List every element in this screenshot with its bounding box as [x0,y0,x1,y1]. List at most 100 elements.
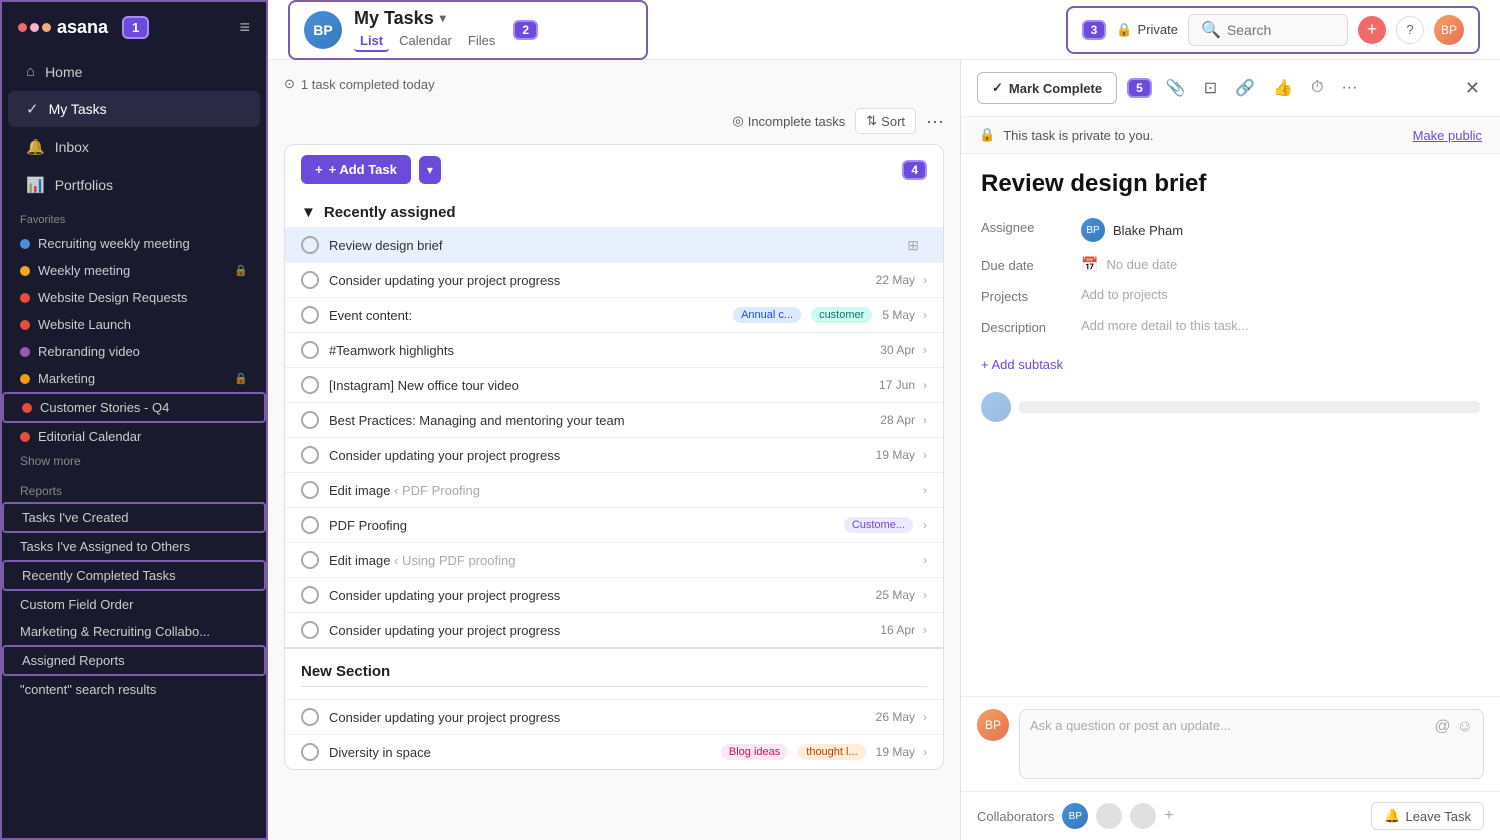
sidebar-fav-website-design[interactable]: Website Design Requests [2,284,266,311]
search-icon: 🔍 [1201,20,1221,40]
sidebar-fav-marketing[interactable]: Marketing 🔒 [2,365,266,392]
report-label-tasks-assigned: Tasks I've Assigned to Others [20,539,190,554]
tab-calendar[interactable]: Calendar [393,31,458,52]
tab-list[interactable]: List [354,31,389,52]
sidebar-item-portfolios[interactable]: 📊 Portfolios [8,167,260,203]
task-check-3[interactable] [301,306,319,324]
task-row-1[interactable]: Review design brief ⊞ [285,227,943,262]
report-item-recently-completed[interactable]: Recently Completed Tasks [2,560,266,591]
collab-add-button[interactable]: + [1164,807,1173,825]
timer-icon-button[interactable]: ⏱ [1307,75,1327,101]
sidebar-label-portfolios: Portfolios [55,177,113,193]
task-check-7[interactable] [301,446,319,464]
leave-task-button[interactable]: 🔔 Leave Task [1371,802,1484,830]
projects-label: Projects [981,287,1081,304]
comment-box: BP Ask a question or post an update... @… [977,709,1484,779]
task-check-13[interactable] [301,708,319,726]
task-check-12[interactable] [301,621,319,639]
description-input[interactable]: Add more detail to this task... [1081,318,1249,333]
report-label-content-search: "content" search results [20,682,156,697]
sidebar-item-my-tasks[interactable]: ✓ My Tasks [8,91,260,127]
user-avatar-header: BP [304,11,342,49]
add-task-button[interactable]: + + Add Task [301,155,411,184]
sort-button[interactable]: ⇅ Sort [855,108,916,134]
task-row-14[interactable]: Diversity in space Blog ideas thought l.… [285,734,943,769]
like-icon-button[interactable]: 👍 [1269,74,1297,102]
add-task-dropdown-button[interactable]: ▾ [419,156,441,184]
detail-body: Review design brief Assignee BP Blake Ph… [961,154,1500,696]
task-check-11[interactable] [301,586,319,604]
report-item-tasks-assigned[interactable]: Tasks I've Assigned to Others [2,533,266,560]
comment-input-area[interactable]: Ask a question or post an update... @ ☺ [1019,709,1484,779]
report-item-content-search[interactable]: "content" search results [2,676,266,703]
add-to-projects-link[interactable]: Add to projects [1081,287,1168,302]
search-input[interactable] [1227,22,1327,38]
sidebar-item-home[interactable]: ⌂ Home [8,54,260,89]
collapse-arrow[interactable]: ▼ [301,204,316,221]
sidebar-fav-weekly[interactable]: Weekly meeting 🔒 [2,257,266,284]
emoji-mention-icon[interactable]: @ [1434,718,1450,736]
task-check-2[interactable] [301,271,319,289]
task-date-12: 16 Apr [880,623,915,637]
sidebar-item-inbox[interactable]: 🔔 Inbox [8,129,260,165]
attachment-icon-button[interactable]: 📎 [1162,74,1190,102]
mark-complete-button[interactable]: ✓ Mark Complete [977,72,1117,104]
more-options-button[interactable]: ··· [926,111,944,132]
report-item-marketing-recruiting[interactable]: Marketing & Recruiting Collabo... [2,618,266,645]
header-badge-2: 2 [513,20,538,40]
add-button[interactable]: + [1358,16,1386,44]
incomplete-tasks-button[interactable]: ◎ Incomplete tasks [732,113,845,129]
detail-footer: BP Ask a question or post an update... @… [961,696,1500,791]
report-item-assigned-reports[interactable]: Assigned Reports [2,645,266,676]
more-icon-button[interactable]: ··· [1337,75,1361,101]
task-row-7[interactable]: Consider updating your project progress … [285,437,943,472]
sidebar-fav-editorial[interactable]: Editorial Calendar [2,423,266,450]
task-row-9[interactable]: PDF Proofing Custome... › [285,507,943,542]
task-row-13[interactable]: Consider updating your project progress … [285,699,943,734]
sidebar-fav-website-launch[interactable]: Website Launch [2,311,266,338]
task-check-14[interactable] [301,743,319,761]
sidebar-fav-rebranding[interactable]: Rebranding video [2,338,266,365]
emoji-smile-icon[interactable]: ☺ [1457,718,1473,736]
report-item-custom-field[interactable]: Custom Field Order [2,591,266,618]
task-check-1[interactable] [301,236,319,254]
sidebar-fav-recruiting[interactable]: Recruiting weekly meeting [2,230,266,257]
search-box[interactable]: 🔍 [1188,14,1348,46]
dependency-icon-button[interactable]: ⊡ [1200,74,1221,102]
tab-files[interactable]: Files [462,31,501,52]
help-button[interactable]: ? [1396,16,1424,44]
task-row-11[interactable]: Consider updating your project progress … [285,577,943,612]
show-more-link[interactable]: Show more [2,450,266,472]
link-icon-button[interactable]: 🔗 [1231,74,1259,102]
sidebar-header: asana 1 ≡ [2,2,266,53]
task-check-8[interactable] [301,481,319,499]
task-check-6[interactable] [301,411,319,429]
task-arrow-3: › [923,308,927,322]
task-arrow-13: › [923,710,927,724]
task-row-2[interactable]: Consider updating your project progress … [285,262,943,297]
detail-close-button[interactable]: ✕ [1461,74,1484,103]
task-check-10[interactable] [301,551,319,569]
add-subtask-button[interactable]: + Add subtask [981,349,1480,380]
task-row-5[interactable]: [Instagram] New office tour video 17 Jun… [285,367,943,402]
task-row-12[interactable]: Consider updating your project progress … [285,612,943,647]
task-check-5[interactable] [301,376,319,394]
report-item-tasks-created[interactable]: Tasks I've Created [2,502,266,533]
asana-logo: asana [18,17,108,38]
user-avatar-top[interactable]: BP [1434,15,1464,45]
task-row-6[interactable]: Best Practices: Managing and mentoring y… [285,402,943,437]
hamburger-icon[interactable]: ≡ [239,17,250,38]
task-row-3[interactable]: Event content: Annual c... customer 5 Ma… [285,297,943,332]
task-row-10[interactable]: Edit image ‹ Using PDF proofing › [285,542,943,577]
task-row-4[interactable]: #Teamwork highlights 30 Apr › [285,332,943,367]
comment-avatar: BP [977,709,1009,741]
make-public-link[interactable]: Make public [1413,128,1482,143]
my-tasks-dropdown-arrow[interactable]: ▾ [440,11,446,25]
due-date-value[interactable]: 📅 No due date [1081,256,1480,273]
comment-placeholder: Ask a question or post an update... [1030,718,1434,733]
logo-dot-orange [42,23,51,32]
task-row-8[interactable]: Edit image ‹ PDF Proofing › [285,472,943,507]
task-check-4[interactable] [301,341,319,359]
task-check-9[interactable] [301,516,319,534]
sidebar-fav-customer-stories[interactable]: Customer Stories - Q4 [2,392,266,423]
